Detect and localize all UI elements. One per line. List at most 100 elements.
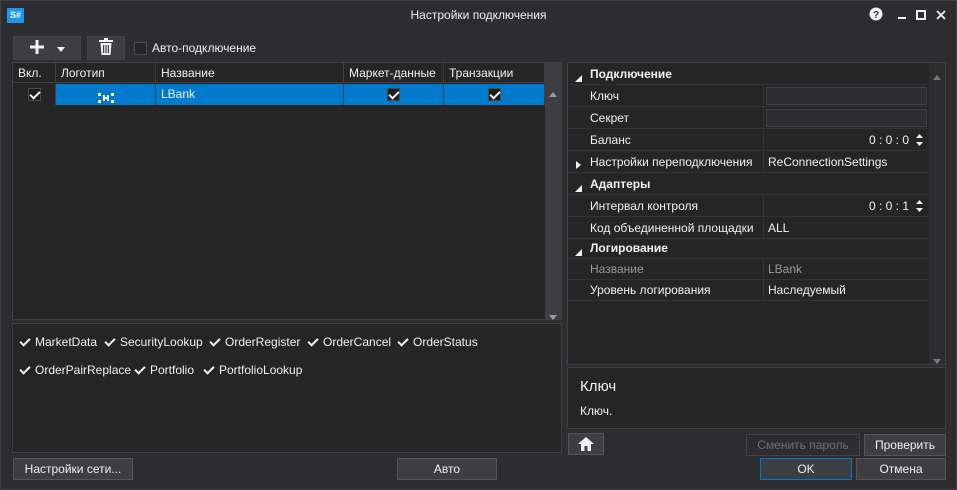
connections-grid: Вкл. Логотип Название Маркет-данные Тран…: [12, 62, 562, 320]
ok-button[interactable]: OK: [760, 458, 852, 480]
msg-marketdata[interactable]: MarketData: [19, 335, 97, 349]
log-level-value[interactable]: Наследуемый: [763, 279, 929, 301]
interval-spinner-icon[interactable]: [916, 199, 923, 216]
market-data-check[interactable]: [387, 88, 400, 101]
collapse-icon[interactable]: [575, 245, 582, 259]
msg-portfoliolookup[interactable]: PortfolioLookup: [203, 363, 302, 377]
msg-label: PortfolioLookup: [219, 363, 303, 377]
check-icon[interactable]: [134, 364, 147, 377]
grid-scrollbar[interactable]: [545, 63, 561, 320]
message-types-panel: MarketData SecurityLookup OrderRegister …: [12, 323, 562, 453]
table-row[interactable]: LBank: [13, 84, 545, 105]
category-label: Логирование: [590, 241, 668, 255]
check-icon[interactable]: [307, 336, 320, 349]
minimize-icon[interactable]: [893, 7, 911, 25]
grid-header: Вкл. Логотип Название Маркет-данные Тран…: [13, 63, 545, 83]
category-label: Подключение: [590, 67, 672, 81]
reconnect-value: ReConnectionSettings: [763, 151, 929, 173]
property-description: Ключ Ключ.: [567, 367, 946, 429]
check-button[interactable]: Проверить: [864, 434, 946, 456]
balance-timespan[interactable]: 0 : 0 : 0: [763, 129, 929, 151]
collapse-icon[interactable]: [575, 71, 582, 85]
prop-label: Секрет: [590, 111, 630, 125]
help-icon[interactable]: ?: [867, 7, 885, 25]
expand-icon[interactable]: [576, 158, 581, 172]
secret-input[interactable]: [763, 107, 929, 129]
description-text: Ключ.: [580, 404, 613, 418]
col-transactions[interactable]: Транзакции: [444, 63, 545, 83]
trash-icon: [99, 38, 113, 58]
prop-reconnect[interactable]: Настройки переподключения ReConnectionSe…: [568, 151, 929, 173]
network-settings-button[interactable]: Настройки сети...: [13, 458, 133, 480]
auto-connect-checkbox[interactable]: Авто-подключение: [134, 41, 256, 55]
prop-secret[interactable]: Секрет: [568, 107, 929, 129]
prop-balance[interactable]: Баланс 0 : 0 : 0: [568, 129, 929, 151]
msg-label: OrderCancel: [323, 335, 392, 349]
prop-label: Ключ: [590, 89, 619, 103]
interval-timespan[interactable]: 0 : 0 : 1: [763, 195, 929, 217]
col-name[interactable]: Название: [156, 63, 344, 83]
category-logging[interactable]: Логирование: [568, 237, 929, 259]
row-logo: [56, 84, 156, 105]
msg-portfolio[interactable]: Portfolio: [134, 363, 194, 377]
enabled-check[interactable]: [28, 88, 41, 101]
prop-log-level[interactable]: Уровень логирования Наследуемый: [568, 279, 929, 301]
cancel-button[interactable]: Отмена: [856, 458, 946, 480]
auto-connect-check[interactable]: [134, 41, 147, 55]
check-icon[interactable]: [397, 336, 410, 349]
balance-spinner-icon[interactable]: [916, 133, 923, 150]
col-enabled[interactable]: Вкл.: [13, 63, 56, 83]
check-icon[interactable]: [104, 336, 117, 349]
prop-board-code[interactable]: Код объединенной площадки ALL: [568, 217, 929, 239]
msg-securitylookup[interactable]: SecurityLookup: [104, 335, 203, 349]
check-icon[interactable]: [19, 336, 32, 349]
balance-value[interactable]: 0 : 0 : 0: [869, 133, 909, 147]
key-input[interactable]: [763, 85, 929, 107]
add-connection-button[interactable]: [13, 36, 81, 60]
secret-value[interactable]: [766, 109, 927, 127]
board-code-value[interactable]: ALL: [763, 217, 929, 239]
category-adapters[interactable]: Адаптеры: [568, 173, 929, 195]
scroll-up-icon[interactable]: [933, 69, 941, 83]
scroll-down-icon[interactable]: [933, 353, 941, 367]
delete-connection-button[interactable]: [87, 36, 125, 60]
row-name: LBank: [156, 84, 344, 105]
check-icon[interactable]: [209, 336, 222, 349]
title-bar: S# Настройки подключения ?: [1, 1, 956, 31]
msg-label: Portfolio: [150, 363, 195, 377]
prop-label: Уровень логирования: [590, 283, 711, 297]
prop-interval[interactable]: Интервал контроля 0 : 0 : 1: [568, 195, 929, 217]
msg-label: SecurityLookup: [120, 335, 203, 349]
close-icon[interactable]: [932, 7, 950, 25]
prop-log-name[interactable]: Название LBank: [568, 258, 929, 280]
maximize-icon[interactable]: [912, 7, 930, 25]
msg-orderpairreplace[interactable]: OrderPairReplace: [19, 363, 131, 377]
check-icon[interactable]: [203, 364, 216, 377]
transactions-check[interactable]: [488, 88, 501, 101]
msg-label: OrderStatus: [413, 335, 478, 349]
collapse-icon[interactable]: [575, 181, 582, 195]
row-market-data-checkbox[interactable]: [344, 84, 444, 105]
property-scrollbar[interactable]: [929, 63, 945, 364]
auto-connect-label: Авто-подключение: [152, 41, 257, 55]
category-connection[interactable]: Подключение: [568, 63, 929, 85]
auto-button[interactable]: Авто: [397, 458, 497, 480]
change-password-button[interactable]: Сменить пароль: [746, 434, 860, 456]
col-market-data[interactable]: Маркет-данные: [344, 63, 444, 83]
window-title: Настройки подключения: [410, 8, 547, 22]
scroll-down-icon[interactable]: [549, 309, 557, 323]
msg-orderstatus[interactable]: OrderStatus: [397, 335, 478, 349]
msg-orderregister[interactable]: OrderRegister: [209, 335, 300, 349]
row-enabled-checkbox[interactable]: [13, 84, 56, 105]
lbank-logo-icon: [97, 89, 114, 110]
interval-value[interactable]: 0 : 0 : 1: [869, 199, 909, 213]
msg-ordercancel[interactable]: OrderCancel: [307, 335, 391, 349]
row-transactions-checkbox[interactable]: [444, 84, 545, 105]
check-icon[interactable]: [19, 364, 32, 377]
prop-key[interactable]: Ключ: [568, 85, 929, 107]
chevron-down-icon[interactable]: [57, 41, 65, 55]
home-button[interactable]: [568, 433, 604, 455]
col-logo[interactable]: Логотип: [56, 63, 156, 83]
key-value[interactable]: [766, 87, 927, 105]
scroll-up-icon[interactable]: [549, 86, 557, 100]
